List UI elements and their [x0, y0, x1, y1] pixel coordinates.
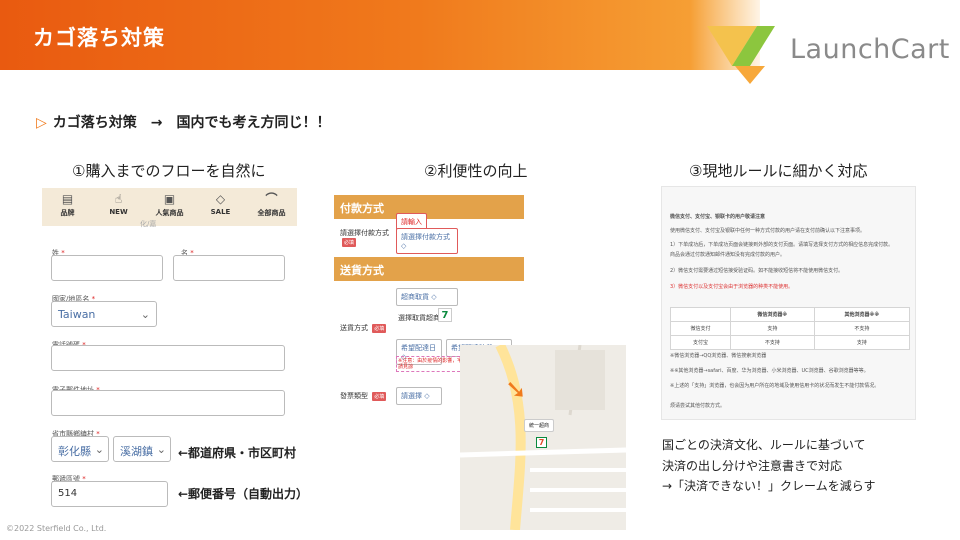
column-heading-3: ③現地ルールに細かく対応: [689, 162, 868, 180]
postal-note: ←郵便番号（自動出力）: [178, 487, 309, 501]
first-name-input[interactable]: [173, 255, 285, 281]
subtitle-text: カゴ落ち対策 → 国内でも考え方同じ！！: [52, 115, 331, 131]
shipping-select[interactable]: 超商取貨 ◇: [396, 288, 458, 306]
doc-line: 商品会通过付款通知邮件通知没有完成付款的用户。: [670, 252, 786, 258]
description-line-3: →「決済できない！」クレームを減らす: [662, 479, 876, 493]
payment-method-select[interactable]: 請選擇付款方式 ◇: [396, 228, 458, 254]
shipping-label: 送貨方式 必填: [340, 323, 387, 333]
description-line-2: 決済の出し分けや注意書きで対応: [662, 459, 843, 473]
table-cell: 不支持: [730, 335, 815, 350]
label-text: 送貨方式: [340, 324, 368, 332]
email-input[interactable]: [51, 390, 285, 416]
payment-method-label: 請選擇付款方式 必填: [340, 228, 389, 247]
description-line-1: 国ごとの決済文化、ルールに基づいて: [662, 438, 866, 452]
nav-label: 人氣商品: [155, 209, 184, 217]
doc-line: 2）微信支付需要通过短信接受验证码。如不能接收短信将不能使用微信支付。: [670, 268, 844, 274]
table-cell: 微信支付: [670, 321, 731, 336]
nav-label: 品牌: [60, 209, 75, 217]
shipping-header: 送貨方式: [334, 257, 524, 281]
doc-line: 1）下单成功后，下单成功页面会链接到外部的支付页面。请填写选择支付方式的相应信息…: [670, 242, 894, 248]
nav-item-new[interactable]: ☝ NEW: [93, 188, 144, 226]
nav-label: SALE: [210, 208, 231, 216]
map-store-popup: 統一超商: [524, 419, 555, 432]
label-text: 發票類型: [340, 392, 368, 400]
select-value: 請選擇付款方式: [401, 233, 450, 241]
copyright: ©2022 Sterfield Co., Ltd.: [6, 524, 107, 533]
page-title: カゴ落ち対策: [33, 26, 165, 50]
last-name-input[interactable]: [51, 255, 163, 281]
nav-item-brand[interactable]: ▤ 品牌: [42, 188, 93, 226]
region-value: Taiwan: [58, 308, 96, 321]
launchcart-logo: LaunchCart: [705, 18, 955, 90]
subtitle: ▷ カゴ落ち対策 → 国内でも考え方同じ！！: [36, 112, 331, 132]
tag-icon: ◇: [215, 192, 226, 206]
city-note: ←都道府県・市区町村: [178, 446, 297, 460]
marker-text: 7: [538, 438, 545, 447]
seven-eleven-icon[interactable]: 7: [438, 308, 452, 322]
phone-input[interactable]: [51, 345, 285, 371]
shoe-icon: ⌒: [265, 192, 278, 206]
table-row: 微信支付 支持 不支持: [670, 321, 911, 336]
table-header-row: 微信浏览器※ 其他浏览器※※: [670, 307, 911, 322]
payment-method-header: 付款方式: [334, 195, 524, 219]
required-tag: 必填: [372, 324, 387, 333]
invoice-label: 發票類型 必填: [340, 391, 387, 401]
postal-value: 514: [58, 488, 78, 499]
select-value: 超商取貨: [401, 293, 429, 301]
region-select[interactable]: Taiwan ⌄: [51, 301, 157, 327]
store-label: 選擇取貨超商: [398, 314, 440, 322]
gift-icon: ▣: [163, 192, 176, 206]
select-value: 請選擇: [401, 392, 422, 400]
browser-support-table: 微信浏览器※ 其他浏览器※※ 微信支付 支持 不支持 支付宝 不支持 支持: [670, 307, 911, 350]
triangle-icon: ▷: [36, 115, 47, 131]
chevron-down-icon: ⌄: [156, 443, 166, 456]
nav-item-sale[interactable]: ◇ SALE: [195, 188, 246, 226]
invoice-select[interactable]: 請選擇 ◇: [396, 387, 442, 405]
town-select[interactable]: 溪湖鎮 ⌄: [113, 436, 171, 462]
table-cell: 支持: [813, 335, 911, 350]
table-cell: 不支持: [813, 321, 911, 336]
table-header: 其他浏览器※※: [813, 307, 911, 322]
store-map[interactable]: 統一超商 7: [460, 345, 626, 530]
shop-nav: ▤ 品牌 ☝ NEW ▣ 人氣商品 ◇ SALE ⌒ 全部商品: [42, 188, 297, 226]
required-tag: 必填: [342, 238, 357, 247]
column-heading-1: ①購入までのフローを自然に: [72, 162, 266, 180]
table-cell: 支持: [730, 321, 815, 336]
payment-notice-screenshot: 微信支付、支付宝、银联卡的用户敬请注意 使用微信支付、支付宝及银联中任何一种方式…: [661, 186, 916, 420]
doc-footnote: ※※其他浏览器→safari、百度、华为浏览器、小米浏览器、UC浏览器、谷歌浏览…: [670, 368, 869, 374]
doc-footnote: 烦请尝试其他付款方式。: [670, 403, 726, 409]
doc-line: 使用微信支付、支付宝及银联中任何一种方式付款的用户请在支付前确认以下注意事项。: [670, 228, 866, 234]
column-heading-2: ②利便性の向上: [424, 162, 528, 180]
map-marker-icon[interactable]: 7: [536, 437, 547, 448]
address-form-screenshot: ▤ 品牌 ☝ NEW ▣ 人氣商品 ◇ SALE ⌒ 全部商品 化/嘉 姓 * 名 * 國…: [42, 188, 297, 518]
home-icon: ▤: [61, 192, 74, 206]
logo-mark-icon: [707, 26, 775, 84]
postal-input[interactable]: 514: [51, 481, 168, 507]
chevron-down-icon: ⌄: [140, 308, 150, 321]
nav-label: 全部商品: [257, 209, 286, 217]
doc-footnote: ※上述的「支持」浏览器，也会因为用户所在的地域及使用信用卡的状况而发生不能付款情…: [670, 383, 880, 389]
city-select[interactable]: 彰化縣 ⌄: [51, 436, 109, 462]
city-value: 彰化縣: [58, 445, 91, 458]
table-cell: 支付宝: [670, 335, 731, 350]
doc-footnote: ※微信浏览器→QQ浏览器、微信搜索浏览器: [670, 353, 767, 359]
label-text: 請選擇付款方式: [340, 229, 389, 237]
logo-text: LaunchCart: [790, 34, 950, 65]
required-tag: 必填: [372, 392, 387, 401]
nav-item-all[interactable]: ⌒ 全部商品: [246, 188, 297, 226]
nav-label: NEW: [109, 208, 128, 216]
town-value: 溪湖鎮: [120, 445, 153, 458]
select-value: 希望配達日: [401, 344, 436, 352]
table-row: 支付宝 不支持 支持: [670, 335, 911, 350]
table-header: [670, 307, 731, 322]
thumb-icon: ☝: [114, 192, 123, 206]
table-header: 微信浏览器※: [730, 307, 815, 322]
doc-line-warning: 3）微信支付以及支付宝会由于浏览器的种类不能使用。: [670, 284, 794, 290]
doc-line: 微信支付、支付宝、银联卡的用户敬请注意: [670, 214, 766, 220]
chevron-down-icon: ⌄: [94, 443, 104, 456]
marker-text: 7: [441, 310, 449, 321]
curved-arrow-icon: ➘: [505, 375, 527, 405]
nav-subtext: 化/嘉: [140, 220, 157, 228]
